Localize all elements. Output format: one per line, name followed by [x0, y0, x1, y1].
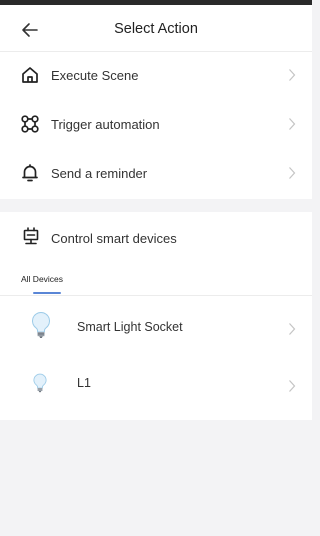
control-smart-devices-header: Control smart devices: [0, 212, 312, 262]
bulb-icon: [32, 311, 50, 338]
device-label: L1: [77, 376, 91, 390]
action-label: Execute Scene: [51, 68, 139, 83]
divider: [0, 295, 312, 296]
device-icon: [23, 227, 39, 245]
action-list: Execute Scene Trigger automation Send a …: [0, 52, 312, 199]
chevron-right-icon: [289, 167, 296, 179]
tab-all-devices[interactable]: All Devices: [21, 274, 63, 284]
action-label: Send a reminder: [51, 166, 148, 181]
chevron-right-icon: [289, 323, 296, 335]
chevron-right-icon: [289, 118, 296, 130]
bell-icon: [22, 164, 38, 182]
chevron-right-icon: [289, 69, 296, 81]
action-trigger-automation[interactable]: Trigger automation: [0, 101, 312, 150]
device-item-l1[interactable]: L1: [0, 357, 312, 415]
action-send-reminder[interactable]: Send a reminder: [0, 150, 312, 199]
control-label: Control smart devices: [51, 231, 177, 246]
action-execute-scene[interactable]: Execute Scene: [0, 52, 312, 101]
tab-indicator: [33, 292, 61, 294]
bulb-icon: [33, 373, 47, 393]
action-label: Trigger automation: [51, 117, 160, 132]
control-devices-section: Control smart devices All Devices Smart …: [0, 212, 312, 420]
command-icon: [21, 115, 39, 133]
chevron-right-icon: [289, 380, 296, 392]
device-label: Smart Light Socket: [77, 320, 183, 334]
header: Select Action: [0, 5, 312, 52]
page-title: Select Action: [114, 21, 198, 37]
device-item-smart-light-socket[interactable]: Smart Light Socket: [0, 298, 312, 356]
home-icon: [22, 67, 38, 83]
